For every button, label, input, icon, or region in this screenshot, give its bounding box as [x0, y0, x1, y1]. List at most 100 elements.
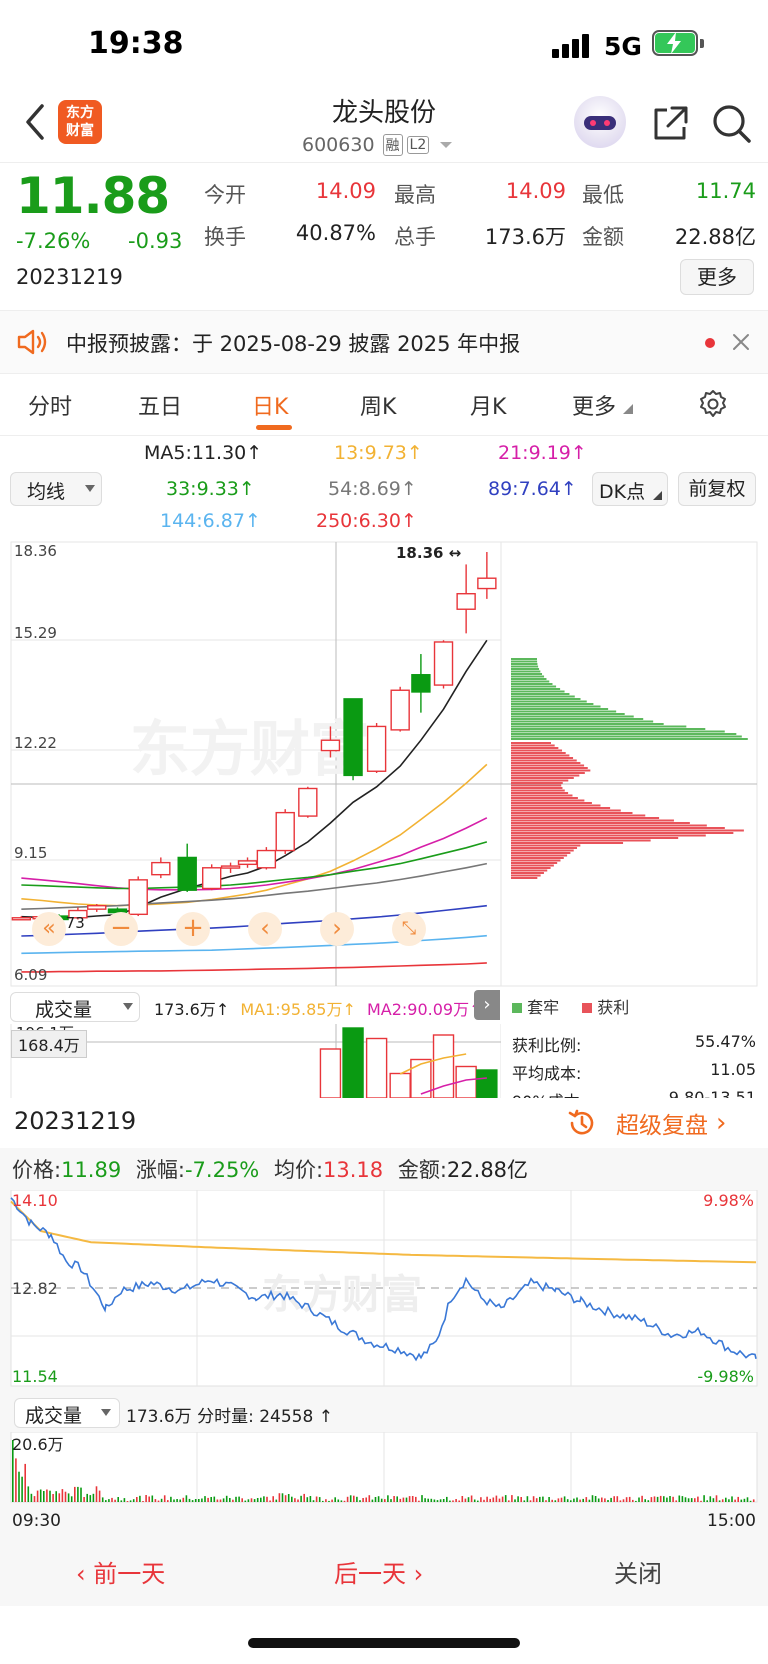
- adjust-button[interactable]: 前复权: [678, 472, 756, 506]
- chip-bar: [511, 715, 634, 718]
- fast-backward-button[interactable]: «: [32, 912, 66, 946]
- chip-bar: [511, 832, 734, 834]
- battery-icon: [652, 30, 706, 58]
- candle-body: [366, 725, 387, 772]
- super-replay-button[interactable]: 超级复盘 ›: [566, 1104, 726, 1142]
- zoom-in-button[interactable]: +: [176, 912, 210, 946]
- intraday-volume-bar: [452, 1500, 454, 1502]
- intraday-chart[interactable]: 东方财富 14.10 12.82 11.54 9.98% -9.98%: [0, 1190, 768, 1388]
- period-tabs: 分时 五日 日K 周K 月K 更多: [0, 373, 768, 436]
- intraday-volume-bar: [752, 1499, 755, 1502]
- quote-row-1: 换手 40.87% 总手 173.6万 金额 22.88亿: [204, 221, 756, 251]
- unread-dot: [705, 338, 715, 348]
- y-axis-label: 12.22: [14, 734, 57, 752]
- ma-line: [21, 962, 487, 973]
- chip-bar: [511, 764, 585, 767]
- tab-month-k[interactable]: 月K: [470, 389, 506, 421]
- intraday-volume-bar: [309, 1496, 312, 1502]
- intraday-volume-bar: [566, 1499, 569, 1502]
- chip-bar: [511, 720, 654, 723]
- fullscreen-button[interactable]: ⤡: [392, 912, 426, 946]
- notice-text: 中报预披露：于 2025-08-29 披露 2025 年中报: [66, 332, 521, 356]
- tab-five-day[interactable]: 五日: [138, 389, 182, 421]
- chip-bar: [511, 742, 551, 744]
- indicator-selector[interactable]: 均线: [10, 472, 102, 506]
- share-icon[interactable]: [650, 104, 690, 144]
- prev-day-button[interactable]: ‹ 前一天: [76, 1554, 165, 1589]
- chip-bar: [511, 678, 547, 680]
- chip-bar: [511, 703, 594, 705]
- next-day-button[interactable]: 后一天 ›: [334, 1554, 423, 1589]
- notice-bar[interactable]: 中报预披露：于 2025-08-29 披露 2025 年中报: [0, 310, 768, 374]
- tab-week-k[interactable]: 周K: [360, 389, 396, 421]
- dk-point-button[interactable]: DK点: [592, 472, 668, 506]
- time-start-label: 09:30: [12, 1511, 61, 1531]
- candle-body: [177, 856, 197, 891]
- intraday-volume-bar: [616, 1496, 619, 1502]
- corner-icon: [653, 491, 662, 500]
- replay-volume-value: 173.6万 分时量: 24558: [126, 1407, 314, 1427]
- intraday-volume-bar: [632, 1499, 634, 1502]
- intraday-volume-bar: [610, 1497, 612, 1502]
- chip-bar: [511, 797, 578, 799]
- intraday-volume-bar: [328, 1500, 330, 1502]
- tab-intraday[interactable]: 分时: [28, 389, 72, 421]
- replay-panel: 20231219 超级复盘 › 价格:11.89 涨幅:-7.25% 均价:13…: [0, 1098, 768, 1536]
- robot-avatar[interactable]: [574, 96, 626, 148]
- y-axis-label: 9.15: [14, 844, 47, 862]
- pct-bottom-label: -9.98%: [697, 1367, 754, 1386]
- intraday-volume-bar: [501, 1496, 504, 1502]
- last-price: 11.88: [16, 167, 170, 225]
- chip-bar: [511, 814, 646, 817]
- candle-body: [220, 865, 241, 869]
- ma-line: [21, 817, 488, 891]
- super-replay-label: 超级复盘: [616, 1113, 708, 1139]
- stock-code-row[interactable]: 600630 融 L2: [302, 132, 453, 158]
- intraday-volume-bar: [157, 1500, 160, 1502]
- replay-stats: 价格:11.89 涨幅:-7.25% 均价:13.18 金额:22.88亿: [12, 1154, 528, 1184]
- volume-bar: [476, 1069, 498, 1098]
- intraday-volume-bar: [281, 1493, 284, 1502]
- intraday-volume-bar: [176, 1499, 178, 1502]
- intraday-volume-bar: [287, 1494, 290, 1502]
- intraday-volume-bar: [495, 1495, 498, 1502]
- chip-bar: [511, 857, 564, 859]
- replay-volume-selector[interactable]: 成交量: [14, 1398, 120, 1428]
- volume-selector[interactable]: 成交量: [10, 992, 140, 1022]
- home-indicator[interactable]: [248, 1638, 520, 1648]
- kline-chart[interactable]: 东方财富 18.3615.2912.229.156.09 18.36 ↔ ↔ 7…: [0, 540, 768, 988]
- intraday-volume-bar: [98, 1490, 101, 1502]
- intraday-volume-bar: [523, 1500, 526, 1502]
- chip-bar: [511, 767, 588, 769]
- intraday-volume-bar: [625, 1497, 628, 1502]
- chip-bar: [511, 772, 585, 774]
- intraday-volume-bar: [560, 1497, 563, 1502]
- intraday-volume-bar: [483, 1499, 485, 1502]
- ma250-text: 250:6.30↑: [316, 510, 417, 532]
- intraday-volume-bar: [269, 1500, 271, 1502]
- chip-bar: [511, 822, 690, 824]
- volume-bar: [389, 1072, 411, 1098]
- zoom-out-button[interactable]: −: [104, 912, 138, 946]
- step-right-button[interactable]: ›: [320, 912, 354, 946]
- chip-bar: [511, 809, 621, 812]
- intraday-volume-bar: [644, 1499, 646, 1502]
- chip-bar: [511, 658, 537, 660]
- panel-expand-button[interactable]: ›: [474, 990, 500, 1020]
- intraday-volume-bar: [55, 1491, 57, 1502]
- volume-value: 173.6万: [484, 225, 566, 249]
- close-button[interactable]: 关闭: [614, 1554, 662, 1589]
- settings-icon[interactable]: [698, 389, 728, 419]
- search-icon[interactable]: [710, 102, 754, 146]
- tab-more[interactable]: 更多: [572, 389, 634, 421]
- intraday-volume-bar: [585, 1497, 588, 1502]
- intraday-volume-bar: [297, 1499, 299, 1502]
- intraday-volume-bar: [15, 1458, 17, 1502]
- more-button[interactable]: 更多: [680, 259, 754, 295]
- chip-bar: [511, 852, 571, 854]
- tab-day-k[interactable]: 日K: [252, 389, 288, 421]
- intraday-volume-bar: [535, 1498, 538, 1502]
- close-icon[interactable]: [732, 333, 750, 351]
- step-left-button[interactable]: ‹: [248, 912, 282, 946]
- up-arrow: ↑: [342, 1000, 356, 1019]
